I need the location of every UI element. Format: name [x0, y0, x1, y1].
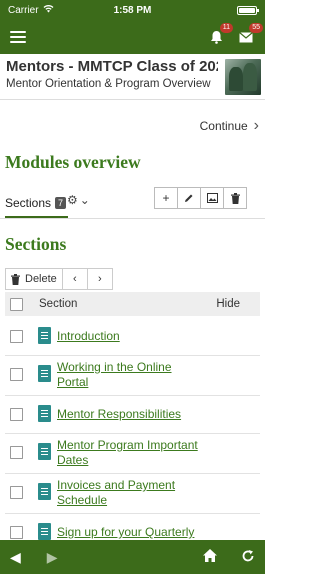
course-header: Mentors - MMTCP Class of 2021 Mentor Ori…	[0, 54, 265, 100]
gear-icon: ⚙	[67, 193, 78, 207]
hide-checkbox[interactable]	[10, 330, 23, 343]
sections-heading: Sections	[5, 234, 67, 254]
document-icon	[38, 443, 51, 460]
delete-button[interactable]	[223, 187, 247, 209]
course-title: Mentors - MMTCP Class of 2021	[6, 58, 218, 75]
section-link[interactable]: Introduction	[57, 329, 202, 344]
continue-label: Continue	[199, 119, 248, 133]
bulk-actions: Delete ‹ ›	[5, 268, 113, 290]
hide-checkbox[interactable]	[10, 446, 23, 459]
status-time: 1:58 PM	[113, 4, 152, 16]
bottom-nav: ◀ ▶	[0, 540, 265, 574]
chevron-left-icon: ‹	[72, 273, 77, 285]
section-link[interactable]: Working in the Online Portal	[57, 360, 202, 390]
table-row: Working in the Online Portal	[5, 356, 260, 396]
delete-selected-button[interactable]: Delete	[5, 268, 63, 290]
toolbar: +	[154, 187, 247, 209]
table-row: Invoices and Payment Schedule	[5, 474, 260, 514]
pencil-icon	[185, 194, 193, 202]
home-icon[interactable]	[203, 549, 217, 565]
image-icon	[206, 193, 218, 203]
section-link[interactable]: Sign up for your Quarterly	[57, 525, 202, 540]
plus-icon: +	[162, 191, 170, 205]
notifications-badge: 11	[219, 23, 233, 33]
section-link[interactable]: Mentor Responsibilities	[57, 407, 202, 422]
document-icon	[38, 365, 51, 382]
table-row: Mentor Responsibilities	[5, 396, 260, 434]
tab-sections-label: Sections	[5, 196, 52, 210]
sections-list: Introduction Working in the Online Porta…	[5, 318, 260, 552]
hide-checkbox[interactable]	[10, 486, 23, 499]
section-link[interactable]: Invoices and Payment Schedule	[57, 478, 202, 508]
modules-overview-heading: Modules overview	[5, 152, 141, 172]
bell-icon	[210, 31, 222, 44]
back-icon[interactable]: ◀	[10, 549, 21, 566]
chevron-right-icon: ›	[253, 117, 259, 134]
document-icon	[38, 405, 51, 422]
continue-button[interactable]: Continue ›	[200, 117, 259, 135]
trash-icon	[230, 192, 240, 204]
section-link[interactable]: Mentor Program Important Dates	[57, 438, 202, 468]
table-header: Section Hide	[5, 292, 260, 316]
trash-icon	[11, 273, 20, 285]
chevron-down-icon: ⌄	[79, 193, 90, 207]
add-button[interactable]: +	[154, 187, 178, 209]
edit-button[interactable]	[177, 187, 201, 209]
forward-icon[interactable]: ▶	[47, 549, 58, 566]
settings-dropdown[interactable]: ⚙ ⌄	[67, 193, 90, 207]
document-icon	[38, 483, 51, 500]
envelope-icon	[239, 31, 253, 42]
sections-count-badge: 7	[55, 197, 67, 209]
reload-icon[interactable]	[241, 549, 255, 566]
chevron-right-icon: ›	[97, 273, 102, 285]
tab-divider	[0, 218, 265, 219]
document-icon	[38, 523, 51, 540]
hide-checkbox[interactable]	[10, 368, 23, 381]
menu-icon[interactable]	[10, 31, 26, 43]
previous-button[interactable]: ‹	[61, 268, 88, 290]
battery-indicator	[237, 5, 259, 15]
messages-button[interactable]: 55	[237, 23, 263, 46]
column-hide: Hide	[216, 298, 240, 310]
hide-checkbox[interactable]	[10, 526, 23, 539]
app-bar: 11 55	[0, 20, 265, 54]
column-section: Section	[39, 298, 78, 310]
status-bar: Carrier 1:58 PM	[0, 0, 265, 20]
messages-badge: 55	[249, 23, 263, 33]
delete-label: Delete	[25, 273, 57, 285]
image-button[interactable]	[200, 187, 224, 209]
hide-checkbox[interactable]	[10, 408, 23, 421]
module-subtitle: Mentor Orientation & Program Overview	[6, 78, 211, 90]
table-row: Mentor Program Important Dates	[5, 434, 260, 474]
battery-icon	[237, 5, 259, 15]
course-thumbnail[interactable]	[225, 59, 261, 95]
select-all-checkbox[interactable]	[10, 297, 23, 311]
tab-sections[interactable]: Sections 7	[5, 190, 69, 218]
document-icon	[38, 327, 51, 344]
next-button[interactable]: ›	[86, 268, 113, 290]
notifications-button[interactable]: 11	[207, 23, 233, 46]
table-row: Introduction	[5, 318, 260, 356]
